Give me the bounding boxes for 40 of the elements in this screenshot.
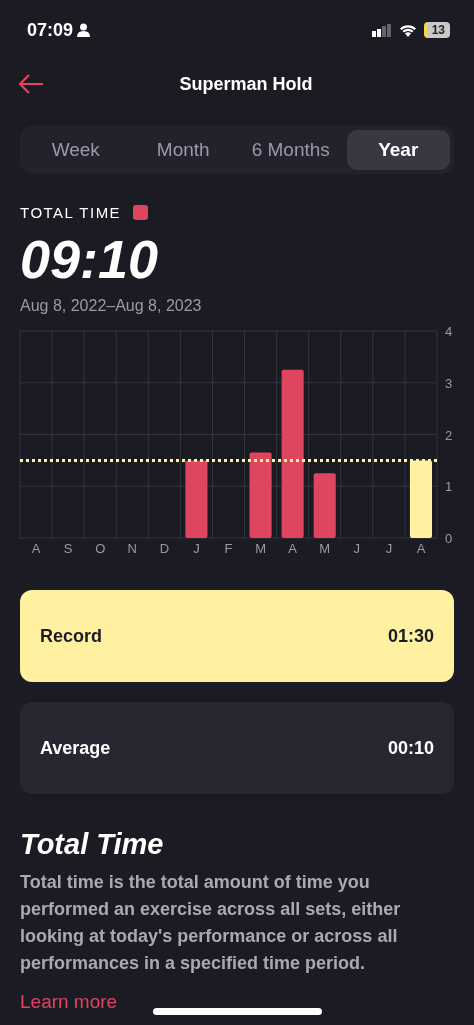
status-time: 07:09 <box>27 19 91 41</box>
bar <box>313 473 336 538</box>
battery-level: 13 <box>423 22 450 38</box>
stat-label: Average <box>40 737 111 759</box>
axis-label: A <box>288 541 297 556</box>
axis-label: M <box>255 541 266 556</box>
axis-label: A <box>416 541 426 556</box>
metric-label: TOTAL TIME <box>20 204 122 221</box>
axis-label: D <box>159 541 170 556</box>
screen-title: Superman Hold <box>179 73 313 95</box>
axis-label: A <box>31 541 41 556</box>
axis-label: 2 <box>445 427 453 443</box>
period-tab[interactable]: Year <box>346 130 450 170</box>
learn-more-link[interactable]: Learn more <box>20 991 118 1013</box>
axis-label: F <box>224 541 233 556</box>
period-tab[interactable]: Month <box>131 130 235 170</box>
axis-label: N <box>127 541 137 556</box>
section-heading: Total Time <box>20 828 165 861</box>
axis-label: 3 <box>445 375 453 391</box>
axis-label: J <box>353 541 361 556</box>
axis-label: M <box>319 541 331 556</box>
person-icon <box>77 23 91 37</box>
signal-icon <box>371 23 392 37</box>
total-value: 09:10 <box>20 229 160 289</box>
axis-label: 4 <box>445 324 453 339</box>
back-arrow-icon[interactable] <box>18 74 44 94</box>
axis-label: S <box>63 541 73 556</box>
date-range: Aug 8, 2022–Aug 8, 2023 <box>20 297 203 315</box>
stat-value: 00:10 <box>387 737 434 759</box>
period-tab[interactable]: Week <box>24 130 128 170</box>
axis-label: O <box>95 541 106 556</box>
axis-label: 1 <box>445 479 453 495</box>
stat-label: Record <box>40 625 102 647</box>
description: Total time is the total amount of time you performed an exercise across all sets, either looking at today's performance or across all performances in a specified time period. <box>20 871 402 975</box>
axis-label: 0 <box>445 531 453 546</box>
stat-value: 01:30 <box>387 625 434 647</box>
wifi-icon <box>398 23 417 37</box>
axis-label: J <box>385 541 393 556</box>
axis-label: J <box>193 541 200 556</box>
period-tab[interactable]: 6 Months <box>239 130 343 170</box>
